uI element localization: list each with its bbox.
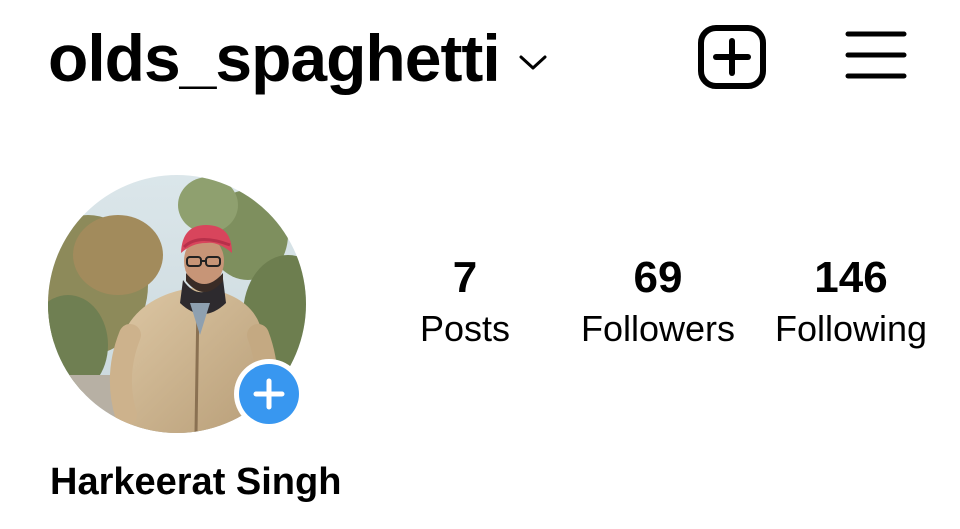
following-count: 146 xyxy=(814,253,888,302)
followers-stat[interactable]: 69 Followers xyxy=(572,250,744,352)
posts-stat[interactable]: 7 Posts xyxy=(405,250,525,352)
plus-circle-icon xyxy=(253,378,285,410)
profile-header: olds_spaghetti xyxy=(0,0,960,120)
following-label: Following xyxy=(774,308,928,349)
followers-label: Followers xyxy=(580,308,736,349)
hamburger-menu-icon xyxy=(845,31,907,79)
posts-count: 7 xyxy=(452,253,478,302)
menu-button[interactable] xyxy=(844,28,908,82)
chevron-down-icon xyxy=(519,55,547,70)
add-story-badge xyxy=(239,364,299,424)
avatar-container xyxy=(48,175,308,435)
posts-label: Posts xyxy=(419,308,511,349)
followers-count: 69 xyxy=(633,253,683,302)
add-story-button[interactable] xyxy=(234,359,304,429)
account-switcher[interactable]: olds_spaghetti xyxy=(48,18,548,98)
new-post-button[interactable] xyxy=(697,24,767,90)
plus-square-icon xyxy=(698,25,766,89)
following-stat[interactable]: 146 Following xyxy=(764,250,938,352)
username: olds_spaghetti xyxy=(48,21,501,95)
display-name: Harkeerat Singh xyxy=(50,461,342,503)
